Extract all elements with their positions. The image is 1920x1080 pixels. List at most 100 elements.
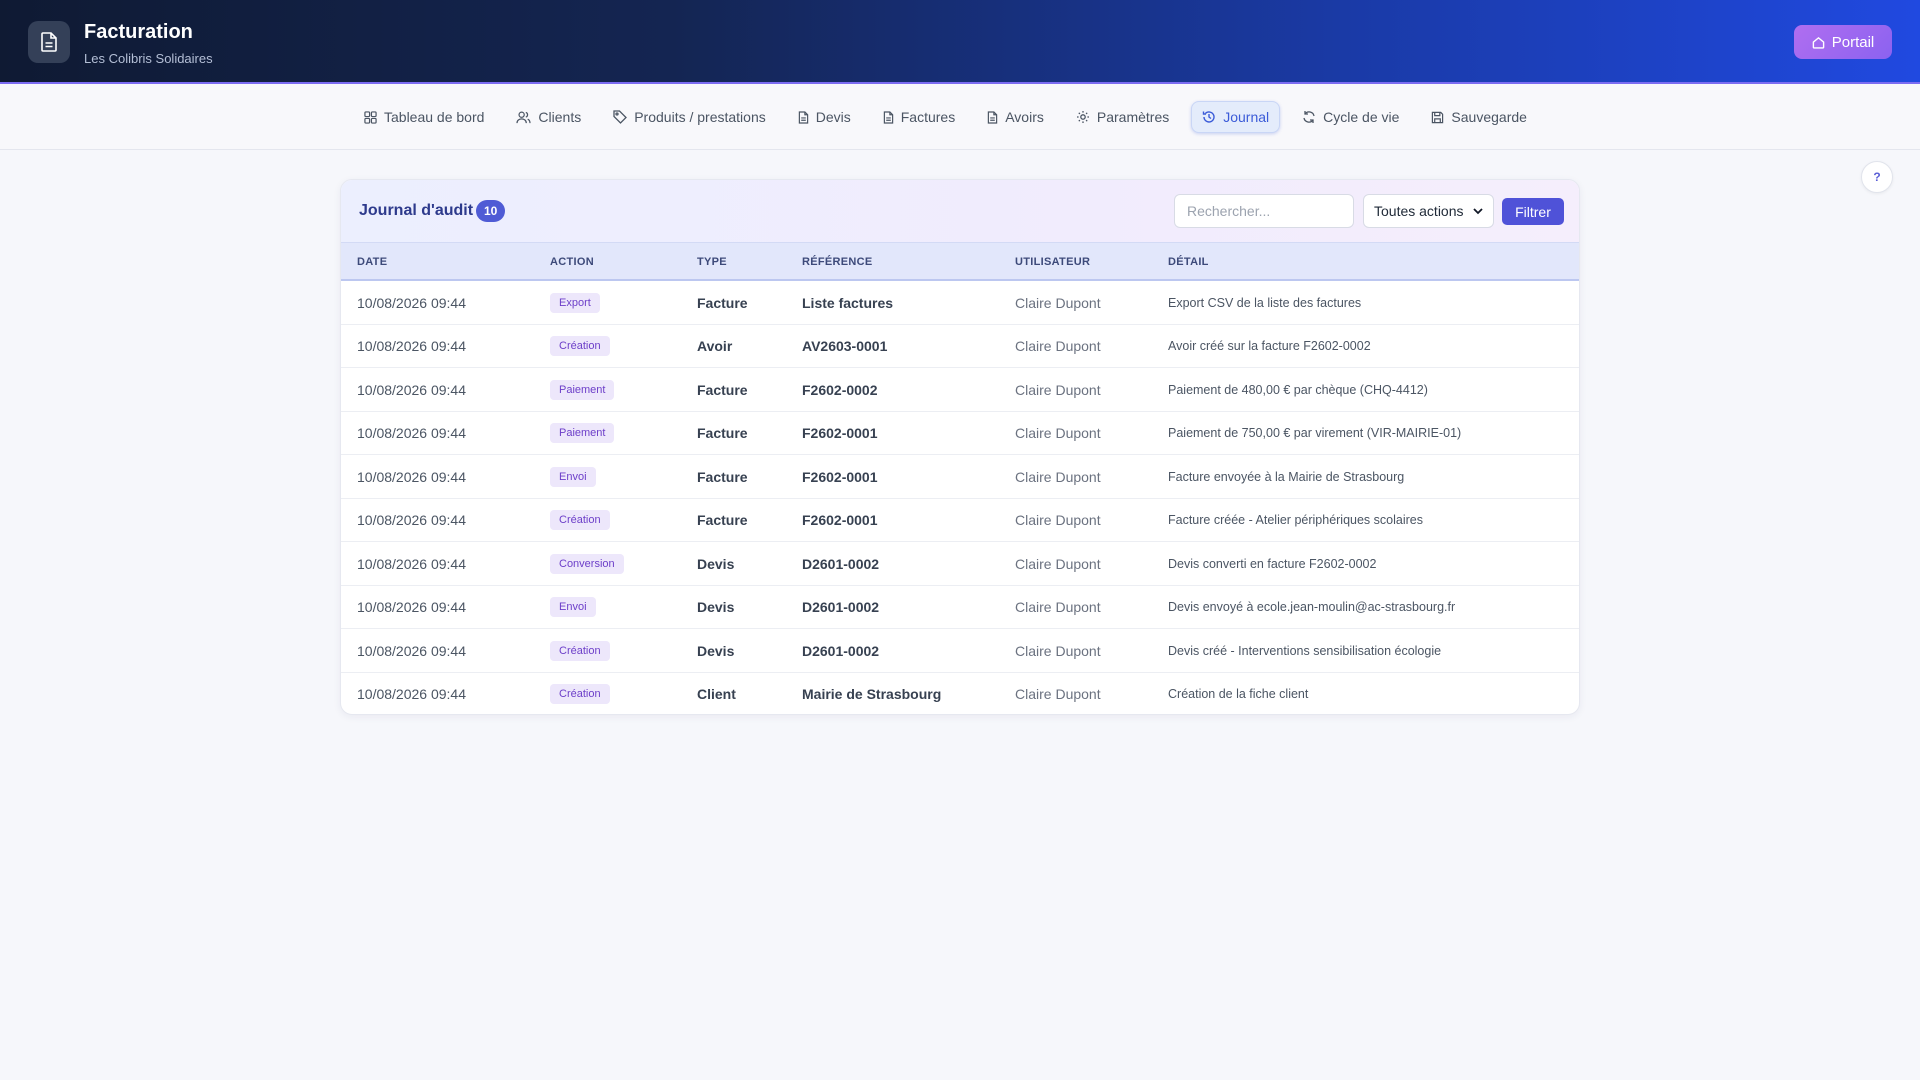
column-header-reference[interactable]: RÉFÉRENCE — [802, 256, 873, 268]
row-user: Claire Dupont — [1015, 425, 1101, 441]
table-row[interactable]: 10/08/2026 09:44 Création Avoir AV2603-0001… — [341, 325, 1579, 368]
tab-sauvegarde[interactable]: Sauvegarde — [1421, 101, 1537, 133]
row-reference: F2602-0001 — [802, 468, 878, 485]
table-row[interactable]: 10/08/2026 09:44 Envoi Devis D2601-0002 Clai… — [341, 586, 1579, 629]
row-action: Paiement — [550, 368, 615, 411]
table-row[interactable]: 10/08/2026 09:44 Export Facture Liste factu… — [341, 281, 1579, 325]
row-type: Facture — [697, 425, 748, 441]
app-header: Facturation Les Colibris Solidaires Port… — [0, 0, 1920, 84]
count-badge: 10 — [476, 200, 506, 222]
action-badge: Création — [550, 336, 610, 356]
row-date: 10/08/2026 09:44 — [357, 338, 466, 354]
row-action: Envoi — [550, 455, 596, 498]
row-action: Création — [550, 499, 610, 542]
audit-journal-card: Journal d'audit 10 Toutes actions Filtre… — [340, 179, 1580, 715]
row-type: Devis — [697, 555, 735, 572]
row-date: 10/08/2026 09:44 — [357, 468, 466, 485]
row-detail: Facture envoyée à la Mairie de Strasbour… — [1168, 469, 1405, 484]
row-action: Création — [550, 673, 610, 715]
action-filter-select[interactable]: Toutes actions — [1363, 194, 1494, 228]
column-header-detail[interactable]: DÉTAIL — [1168, 256, 1209, 268]
row-action: Paiement — [550, 412, 615, 455]
tab-label: Clients — [538, 109, 582, 125]
table-row[interactable]: 10/08/2026 09:44 Paiement Facture F2602-000… — [341, 412, 1579, 455]
row-user: Claire Dupont — [1015, 468, 1101, 485]
row-reference: F2602-0002 — [802, 381, 878, 398]
row-type: Facture — [697, 381, 748, 398]
table-row[interactable]: 10/08/2026 09:44 Création Facture F2602-000… — [341, 499, 1579, 542]
audit-table-body: 10/08/2026 09:44 Export Facture Liste factu… — [341, 281, 1579, 715]
row-detail: Export CSV de la liste des factures — [1168, 295, 1362, 310]
tab-label: Produits / prestations — [634, 109, 766, 125]
tab-parametres[interactable]: Paramètres — [1066, 101, 1179, 133]
grid-icon — [364, 110, 377, 124]
tab-devis[interactable]: Devis — [788, 101, 861, 133]
document-icon — [883, 110, 893, 124]
tab-label: Sauvegarde — [1451, 109, 1527, 125]
card-title: Journal d'audit — [359, 202, 474, 219]
tab-label: Journal — [1223, 109, 1270, 125]
action-badge: Envoi — [550, 597, 596, 617]
row-detail: Paiement de 480,00 € par chèque (CHQ-441… — [1168, 382, 1428, 397]
action-badge: Création — [550, 510, 610, 530]
action-badge: Création — [550, 684, 610, 704]
row-type: Avoir — [697, 338, 733, 354]
action-badge: Paiement — [550, 423, 615, 443]
tab-factures[interactable]: Factures — [873, 101, 965, 133]
row-reference: D2601-0002 — [802, 555, 880, 572]
row-type: Facture — [697, 512, 748, 528]
tab-label: Factures — [900, 109, 956, 125]
tab-produits-prestations[interactable]: Produits / prestations — [603, 101, 776, 133]
save-icon — [1432, 111, 1444, 123]
filter-button[interactable]: Filtrer — [1502, 198, 1564, 225]
row-reference: D2601-0002 — [802, 599, 880, 615]
row-detail: Avoir créé sur la facture F2602-0002 — [1168, 339, 1371, 353]
row-date: 10/08/2026 09:44 — [357, 686, 466, 702]
table-row[interactable]: 10/08/2026 09:44 Envoi Facture F2602-0001 Cl… — [341, 455, 1579, 499]
tab-clients[interactable]: Clients — [506, 101, 591, 133]
row-action: Création — [550, 325, 610, 368]
table-row[interactable]: 10/08/2026 09:44 Conversion Devis D2601-000… — [341, 542, 1579, 586]
tab-avoirs[interactable]: Avoirs — [977, 101, 1054, 133]
row-action: Création — [550, 629, 610, 672]
row-date: 10/08/2026 09:44 — [357, 294, 466, 311]
main-nav: Tableau de bord Clients Produits / prest… — [0, 84, 1920, 150]
tab-label: Tableau de bord — [384, 109, 485, 125]
search-input[interactable] — [1174, 194, 1354, 228]
table-row[interactable]: 10/08/2026 09:44 Création Devis D2601-0002 C… — [341, 629, 1579, 673]
invoice-app-icon — [28, 21, 70, 63]
action-badge: Export — [550, 292, 600, 313]
chevron-down-icon — [1473, 207, 1483, 214]
action-badge: Conversion — [550, 553, 624, 574]
table-row[interactable]: 10/08/2026 09:44 Création Client Mairie de … — [341, 673, 1579, 715]
tab-label: Avoirs — [1005, 109, 1044, 125]
action-badge: Envoi — [550, 466, 596, 487]
column-header-date[interactable]: DATE — [357, 256, 387, 268]
help-button[interactable]: ? — [1861, 161, 1893, 193]
row-type: Devis — [697, 642, 735, 659]
row-reference: F2602-0001 — [802, 425, 878, 441]
tab-journal[interactable]: Journal — [1191, 101, 1281, 133]
row-user: Claire Dupont — [1015, 512, 1101, 528]
row-type: Facture — [697, 468, 748, 485]
portal-button[interactable]: Portail — [1794, 25, 1892, 59]
card-header: Journal d'audit 10 Toutes actions Filtre… — [341, 180, 1579, 242]
row-date: 10/08/2026 09:44 — [357, 555, 466, 572]
history-icon — [1203, 111, 1215, 123]
row-type: Devis — [697, 599, 735, 615]
table-row[interactable]: 10/08/2026 09:44 Paiement Facture F2602-000… — [341, 368, 1579, 412]
tab-tableau-de-bord[interactable]: Tableau de bord — [354, 101, 494, 133]
row-user: Claire Dupont — [1015, 338, 1101, 354]
row-detail: Devis créé - Interventions sensibilisati… — [1168, 643, 1442, 658]
table-header: DATE ACTION TYPE RÉFÉRENCE UTILISATEUR D… — [341, 242, 1579, 281]
tab-cycle-de-vie[interactable]: Cycle de vie — [1292, 101, 1409, 133]
row-type: Client — [697, 686, 736, 702]
tag-icon — [613, 110, 628, 124]
tab-label: Devis — [815, 109, 851, 125]
home-icon — [1812, 36, 1825, 49]
column-header-type[interactable]: TYPE — [697, 256, 727, 268]
column-header-action[interactable]: ACTION — [550, 256, 594, 268]
column-header-user[interactable]: UTILISATEUR — [1015, 256, 1090, 268]
users-icon — [516, 111, 532, 123]
row-detail: Paiement de 750,00 € par virement (VIR-M… — [1168, 426, 1462, 440]
